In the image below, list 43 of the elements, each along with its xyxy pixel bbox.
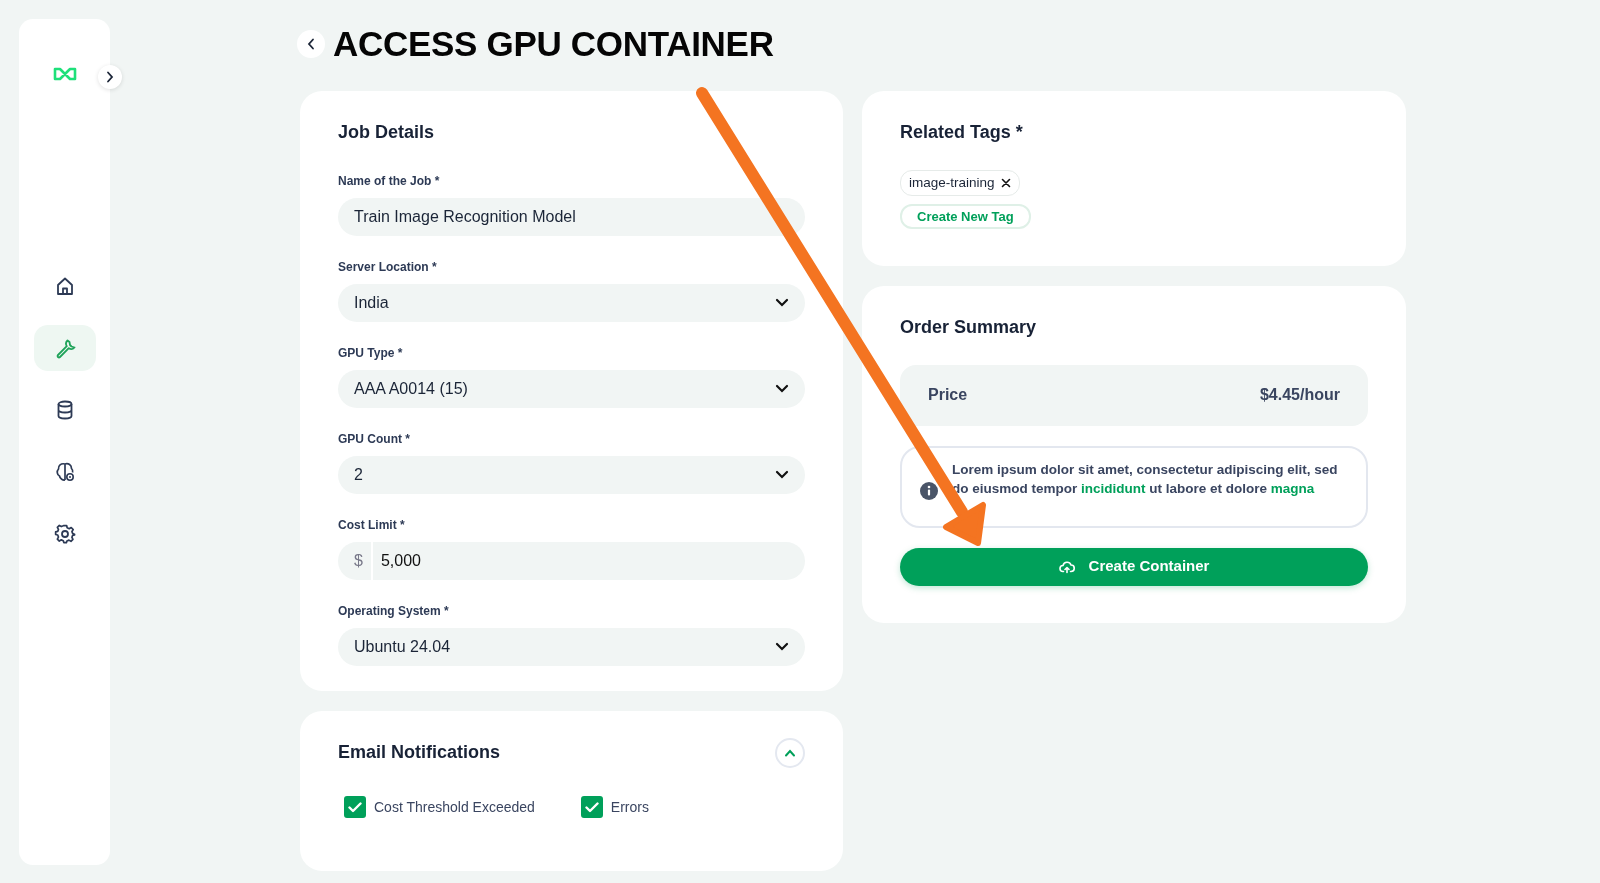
field-label: GPU Type * <box>338 344 403 362</box>
logo-icon <box>52 67 77 81</box>
chevron-down-icon <box>775 470 789 480</box>
page-title: ACCESS GPU CONTAINER <box>333 23 774 65</box>
checkbox-label: Errors <box>610 797 649 817</box>
select-field[interactable]: Ubuntu 24.04 <box>338 627 805 666</box>
cloud-upload-icon <box>1058 559 1075 574</box>
settings-icon <box>53 523 76 545</box>
price-value: $4.45/hour <box>1259 385 1340 406</box>
field-label: GPU Count * <box>338 430 410 448</box>
field-label: Cost Limit * <box>338 516 405 534</box>
check-icon <box>348 801 362 813</box>
brain-gear-icon <box>53 461 76 483</box>
section-heading: Related Tags * <box>900 122 1024 144</box>
section-heading: Email Notifications <box>338 742 501 764</box>
section-heading: Job Details <box>338 122 436 144</box>
collapse-button[interactable] <box>775 738 805 768</box>
chevron-left-icon <box>306 38 316 50</box>
currency-prefix: $ <box>338 541 371 580</box>
field-label: Name of the Job * <box>338 172 440 190</box>
price-label: Price <box>928 385 968 406</box>
check-icon <box>584 801 599 813</box>
chevron-right-icon <box>105 71 115 83</box>
select-field[interactable]: India <box>338 283 805 322</box>
text-field[interactable]: Train Image Recognition Model <box>338 197 805 236</box>
field-label: Operating System * <box>338 602 449 620</box>
cost-field[interactable]: 5,000 <box>372 541 805 580</box>
chevron-down-icon <box>775 642 789 652</box>
back-button[interactable] <box>297 30 325 58</box>
field-label: Server Location * <box>338 258 437 276</box>
checkbox-label: Cost Threshold Exceeded <box>374 797 535 817</box>
chevron-down-icon <box>775 298 789 308</box>
info-icon <box>920 481 938 500</box>
section-heading: Order Summary <box>900 317 1038 339</box>
expand-button[interactable] <box>98 65 122 89</box>
select-field[interactable]: 2 <box>338 455 805 494</box>
select-field[interactable]: AAA A0014 (15) <box>338 369 805 408</box>
tag-chip: image-training <box>900 169 1020 196</box>
close-icon[interactable] <box>1000 177 1011 188</box>
checkbox[interactable] <box>344 796 366 818</box>
chevron-up-icon <box>784 749 796 757</box>
chevron-down-icon <box>775 384 789 394</box>
checkbox[interactable] <box>580 796 603 818</box>
